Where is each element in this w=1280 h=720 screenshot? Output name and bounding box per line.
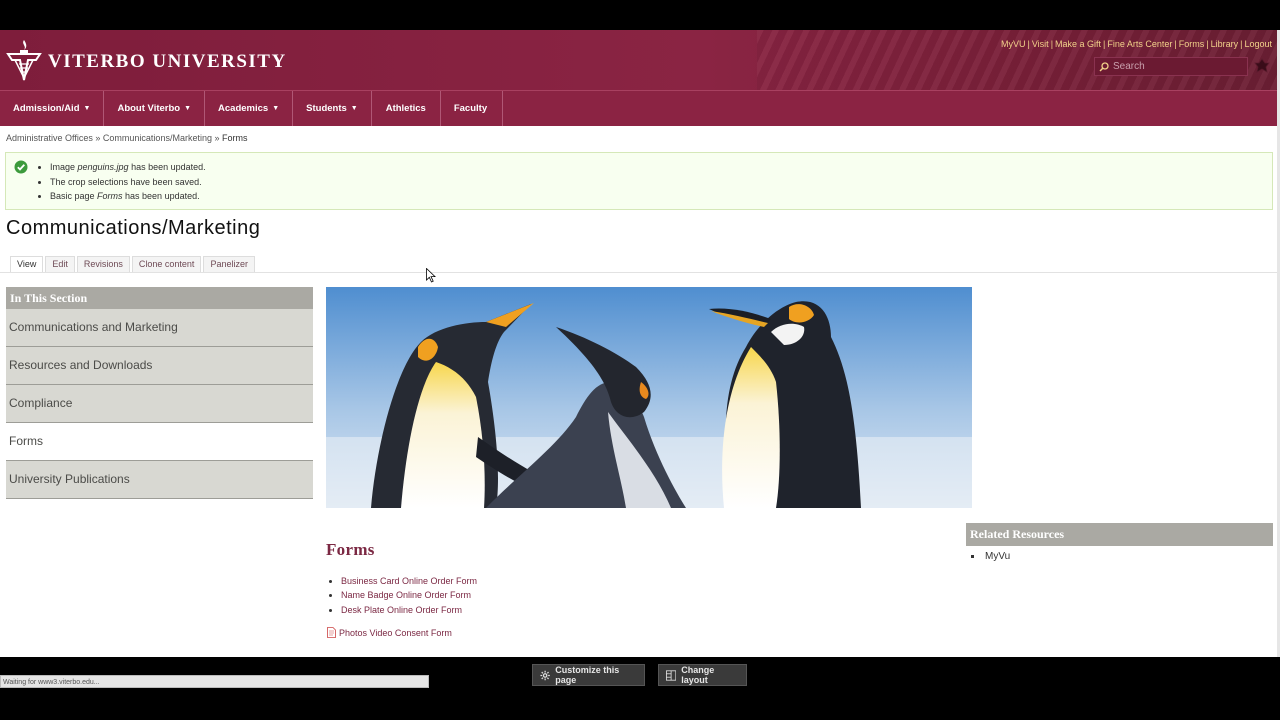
nav-item-athletics[interactable]: Athletics bbox=[372, 91, 441, 126]
logo-text: VITERBO UNIVERSITY bbox=[48, 51, 287, 72]
browser-status-bar: Waiting for www3.viterbo.edu... bbox=[0, 675, 429, 688]
pdf-link-row: Photos Video Consent Form bbox=[327, 627, 452, 638]
pdf-file-icon bbox=[327, 627, 336, 638]
browser-viewport: VITERBO UNIVERSITY MyVU | Visit | Make a Gif… bbox=[0, 30, 1277, 657]
utility-link-library[interactable]: Library bbox=[1211, 39, 1239, 49]
tab-view[interactable]: View bbox=[10, 256, 44, 272]
top-black-bar bbox=[0, 0, 1280, 30]
nav-item-admission-aid[interactable]: Admission/Aid ▼ bbox=[0, 91, 105, 126]
customize-page-label: Customize this page bbox=[555, 665, 620, 685]
forms-link-list: Business Card Online Order Form Name Bad… bbox=[331, 574, 477, 617]
message-item: Basic page Forms has been updated. bbox=[50, 189, 206, 204]
sidebar-item-compliance[interactable]: Compliance bbox=[6, 385, 313, 423]
utility-link-make-a-gift[interactable]: Make a Gift bbox=[1055, 39, 1101, 49]
list-item: Name Badge Online Order Form bbox=[341, 588, 477, 602]
breadcrumb-current: Forms bbox=[222, 133, 248, 143]
penguins-hero-image bbox=[326, 287, 972, 508]
related-resources-heading: Related Resources bbox=[966, 523, 1273, 546]
business-card-form-link[interactable]: Business Card Online Order Form bbox=[341, 576, 477, 586]
sidebar-heading: In This Section bbox=[6, 287, 313, 309]
nav-label: Athletics bbox=[385, 103, 426, 114]
nav-label: Academics bbox=[218, 103, 269, 114]
related-link-myvu[interactable]: MyVu bbox=[985, 551, 1010, 562]
utility-links: MyVU | Visit | Make a Gift | Fine Arts Center |… bbox=[1001, 39, 1272, 49]
change-layout-button[interactable]: Change layout bbox=[658, 664, 747, 686]
search-box bbox=[1094, 57, 1248, 76]
nav-label: About Viterbo bbox=[117, 103, 181, 114]
caret-down-icon: ▼ bbox=[184, 105, 192, 112]
change-layout-label: Change layout bbox=[681, 665, 715, 685]
admin-tabs: View Edit Revisions Clone content Paneli… bbox=[10, 256, 257, 272]
nav-label: Students bbox=[306, 103, 347, 114]
nav-label: Admission/Aid bbox=[13, 103, 80, 114]
nav-item-about-viterbo[interactable]: About Viterbo ▼ bbox=[104, 91, 206, 126]
viterbo-crest-icon bbox=[6, 40, 42, 81]
status-messages: Image penguins.jpg has been updated. The… bbox=[5, 152, 1273, 210]
nav-label: Faculty bbox=[453, 103, 488, 114]
message-list: Image penguins.jpg has been updated. The… bbox=[50, 160, 206, 204]
site-header: VITERBO UNIVERSITY MyVU | Visit | Make a Gif… bbox=[0, 30, 1277, 90]
tab-revisions[interactable]: Revisions bbox=[76, 256, 130, 272]
desk-plate-form-link[interactable]: Desk Plate Online Order Form bbox=[341, 605, 462, 615]
breadcrumb-separator: » bbox=[95, 133, 101, 143]
name-badge-form-link[interactable]: Name Badge Online Order Form bbox=[341, 590, 471, 600]
tab-panelizer[interactable]: Panelizer bbox=[203, 256, 255, 272]
related-resources-list: MyVu bbox=[970, 551, 1010, 562]
sidebar-item-resources-and-downloads[interactable]: Resources and Downloads bbox=[6, 347, 313, 385]
utility-link-logout[interactable]: Logout bbox=[1244, 39, 1272, 49]
list-item: Desk Plate Online Order Form bbox=[341, 603, 477, 617]
check-circle-icon bbox=[14, 160, 28, 174]
caret-down-icon: ▼ bbox=[83, 105, 91, 112]
tab-edit[interactable]: Edit bbox=[45, 256, 75, 272]
search-icon bbox=[1099, 61, 1109, 72]
main-nav: Admission/Aid ▼ About Viterbo ▼ Academics ▼… bbox=[0, 90, 1277, 126]
utility-link-visit[interactable]: Visit bbox=[1032, 39, 1049, 49]
message-item: Image penguins.jpg has been updated. bbox=[50, 160, 206, 175]
list-item: Business Card Online Order Form bbox=[341, 574, 477, 588]
breadcrumb-link-administrative-offices[interactable]: Administrative Offices bbox=[6, 133, 93, 143]
breadcrumb-separator: » bbox=[214, 133, 220, 143]
utility-link-myvu[interactable]: MyVU bbox=[1001, 39, 1026, 49]
sidebar-item-forms[interactable]: Forms bbox=[6, 423, 313, 461]
utility-link-fine-arts-center[interactable]: Fine Arts Center bbox=[1107, 39, 1172, 49]
customize-page-button[interactable]: Customize this page bbox=[532, 664, 645, 686]
mouse-cursor-icon bbox=[426, 268, 436, 283]
caret-down-icon: ▼ bbox=[350, 105, 358, 112]
photos-video-consent-form-link[interactable]: Photos Video Consent Form bbox=[339, 628, 452, 638]
message-item: The crop selections have been saved. bbox=[50, 175, 206, 190]
breadcrumb-link-communications-marketing[interactable]: Communications/Marketing bbox=[103, 133, 212, 143]
page-title: Communications/Marketing bbox=[6, 217, 261, 239]
tabs-divider bbox=[0, 272, 1277, 273]
caret-down-icon: ▼ bbox=[272, 105, 280, 112]
utility-link-forms[interactable]: Forms bbox=[1179, 39, 1205, 49]
search-input[interactable] bbox=[1109, 61, 1233, 72]
forms-heading: Forms bbox=[326, 540, 375, 559]
site-logo[interactable]: VITERBO UNIVERSITY bbox=[6, 38, 287, 82]
layout-grid-icon bbox=[666, 669, 677, 681]
sidebar-item-communications-and-marketing[interactable]: Communications and Marketing bbox=[6, 309, 313, 347]
nav-item-faculty[interactable]: Faculty bbox=[441, 91, 504, 126]
nav-item-students[interactable]: Students ▼ bbox=[293, 91, 372, 126]
search-submit-icon[interactable] bbox=[1253, 57, 1271, 75]
gear-icon bbox=[540, 670, 550, 680]
sidebar-item-university-publications[interactable]: University Publications bbox=[6, 461, 313, 499]
list-item: MyVu bbox=[970, 551, 1010, 562]
section-sidebar: In This Section Communications and Marke… bbox=[6, 287, 313, 499]
nav-item-academics[interactable]: Academics ▼ bbox=[205, 91, 294, 126]
breadcrumb: Administrative Offices » Communications/… bbox=[6, 133, 248, 143]
tab-clone-content[interactable]: Clone content bbox=[131, 256, 202, 272]
